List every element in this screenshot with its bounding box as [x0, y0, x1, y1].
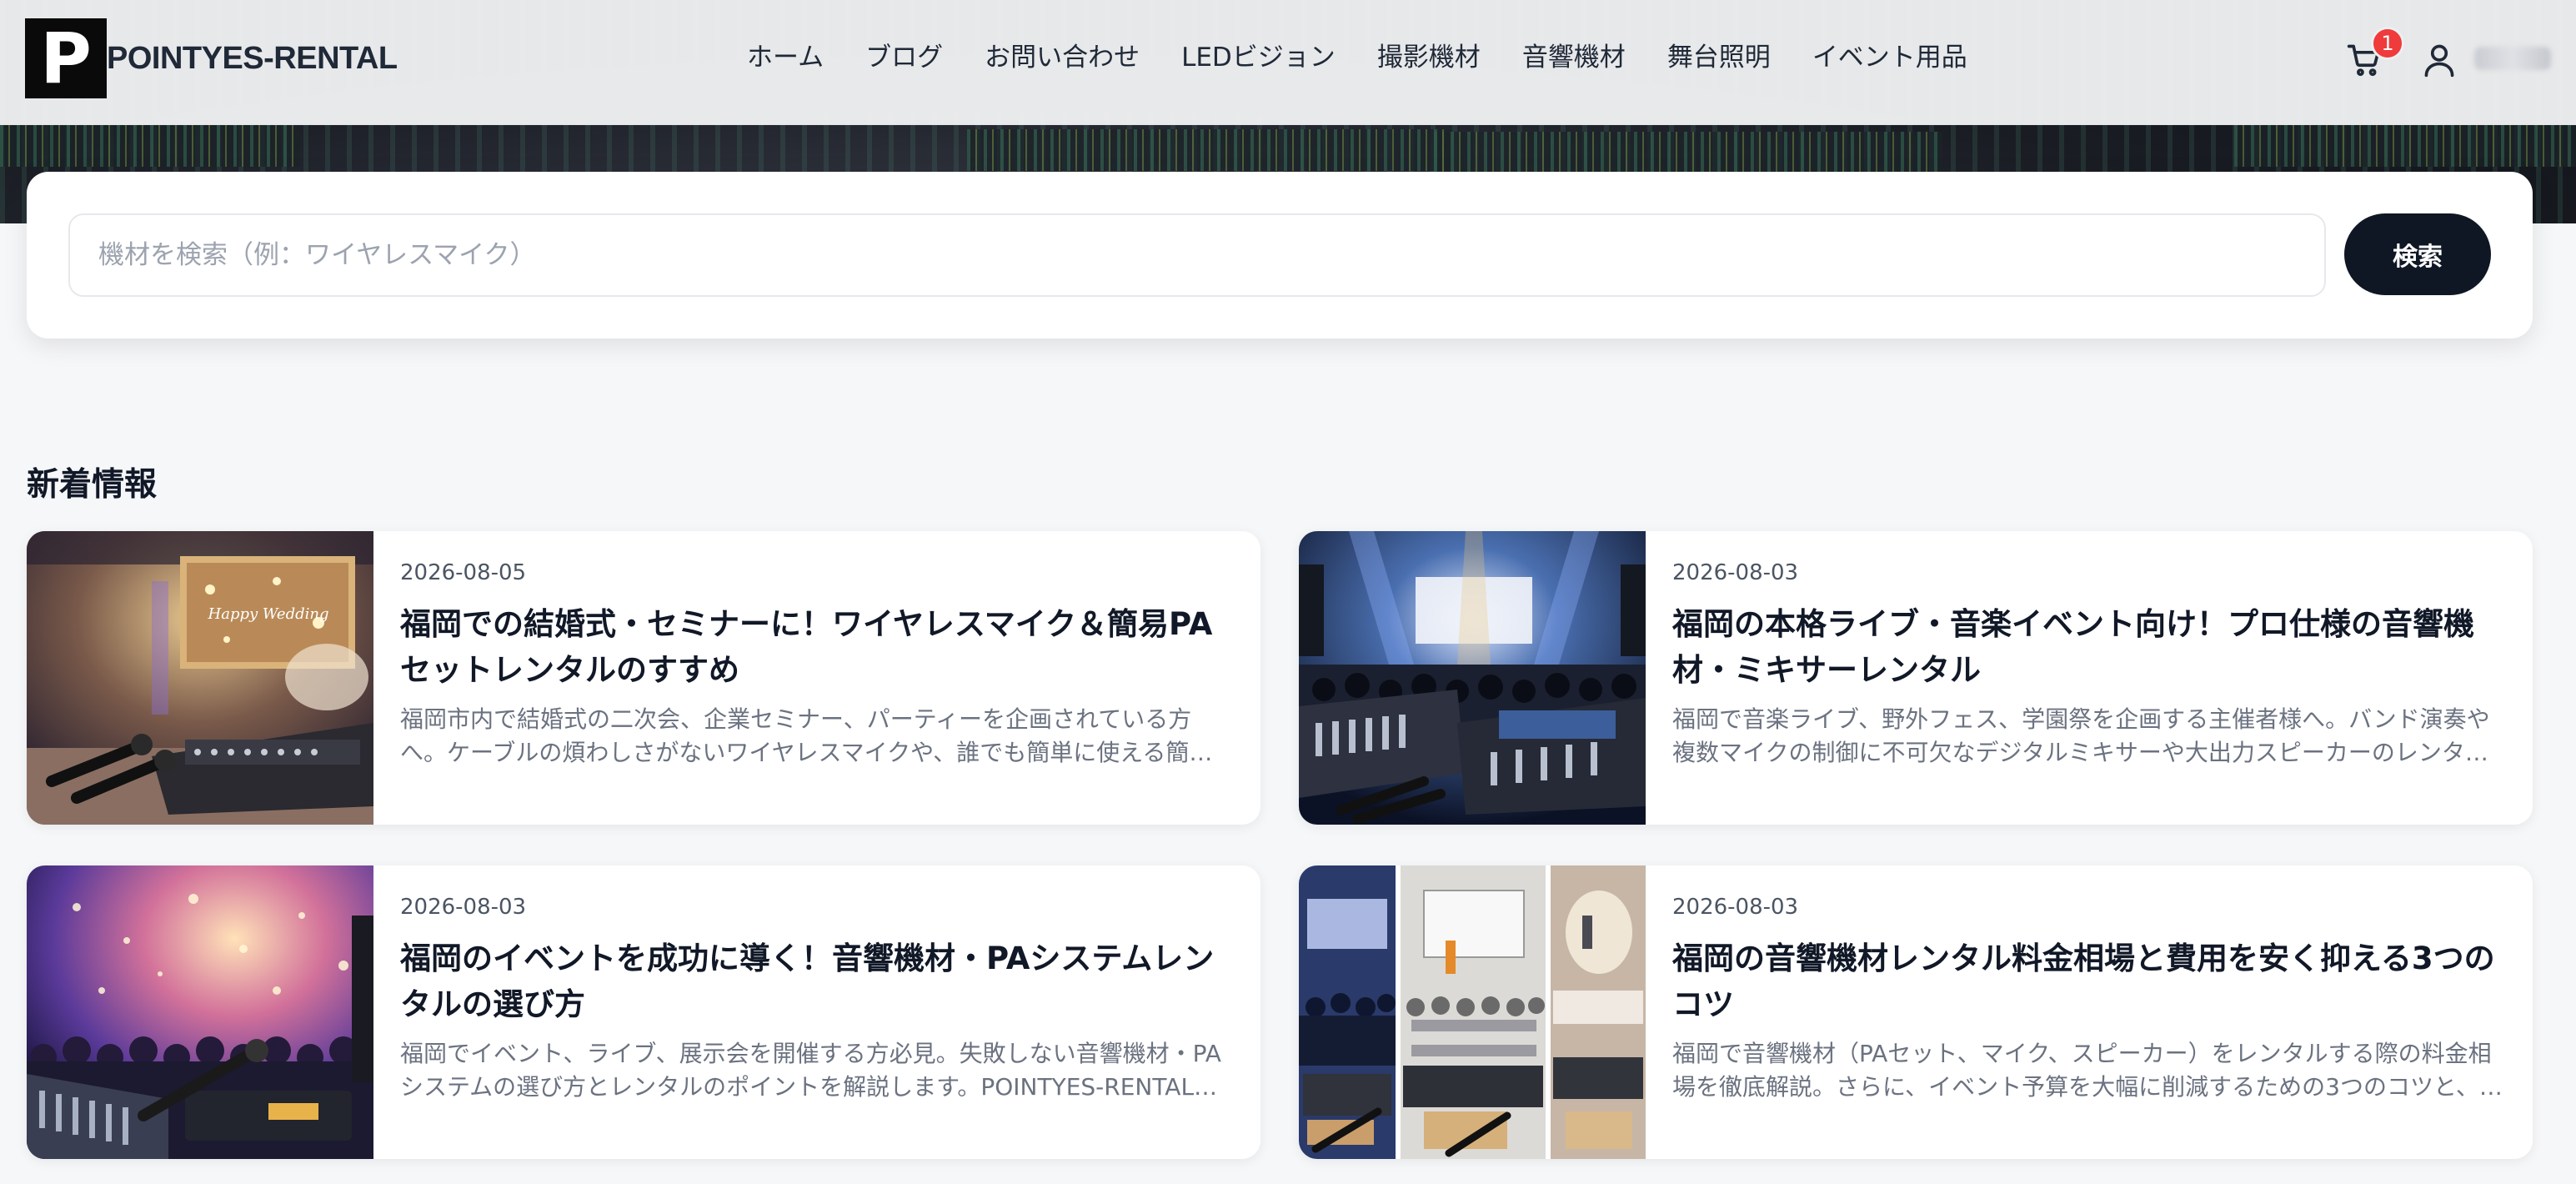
header-actions: 1	[2343, 27, 2551, 83]
news-thumbnail-live[interactable]	[1299, 531, 1646, 825]
news-date: 2026-08-03	[1672, 560, 1799, 585]
nav-camera-equipment[interactable]: 撮影機材	[1377, 37, 1481, 78]
event-crowd-mic-image	[27, 865, 373, 1159]
site-logo[interactable]: P POINTYES-RENTAL	[25, 18, 398, 98]
news-card-body: 2026-08-03 福岡の本格ライブ・音楽イベント向け！プロ仕様の音響機材・ミ…	[1672, 556, 2506, 770]
news-thumbnail-rental-cost[interactable]	[1299, 865, 1646, 1159]
site-header: P POINTYES-RENTAL ホーム ブログ お問い合わせ LEDビジョン…	[0, 0, 2576, 125]
news-date: 2026-08-05	[400, 560, 527, 585]
news-card[interactable]: Happy Wedding 2026-08-05 福岡での結婚式・セミナーに！ワ…	[27, 531, 1260, 825]
news-card-body: 2026-08-03 福岡の音響機材レンタル料金相場と費用を安く抑える3つのコツ…	[1672, 891, 2506, 1104]
nav-blog[interactable]: ブログ	[865, 37, 943, 78]
main-nav: ホーム ブログ お問い合わせ LEDビジョン 撮影機材 音響機材 舞台照明 イベ…	[747, 37, 2009, 78]
news-title[interactable]: 福岡の音響機材レンタル料金相場と費用を安く抑える3つのコツ	[1672, 936, 2506, 1027]
news-title[interactable]: 福岡の本格ライブ・音楽イベント向け！プロ仕様の音響機材・ミキサーレンタル	[1672, 601, 2506, 693]
news-excerpt: 福岡で音楽ライブ、野外フェス、学園祭を企画する主催者様へ。バンド演奏や複数マイク…	[1672, 705, 2490, 766]
logo-text: POINTYES-RENTAL	[107, 40, 398, 76]
news-card[interactable]: 2026-08-03 福岡の本格ライブ・音楽イベント向け！プロ仕様の音響機材・ミ…	[1299, 531, 2533, 825]
nav-home[interactable]: ホーム	[747, 37, 824, 78]
rental-collage-image	[1299, 865, 1646, 1159]
logo-mark: P	[25, 18, 107, 98]
nav-audio-equipment[interactable]: 音響機材	[1522, 37, 1626, 78]
news-title[interactable]: 福岡のイベントを成功に導く！音響機材・PAシステムレンタルの選び方	[400, 936, 1234, 1027]
news-card-body: 2026-08-05 福岡での結婚式・セミナーに！ワイヤレスマイク＆簡易PAセッ…	[400, 556, 1234, 770]
news-thumbnail-wedding[interactable]: Happy Wedding	[27, 531, 373, 825]
news-excerpt: 福岡でイベント、ライブ、展示会を開催する方必見。失敗しない音響機材・PAシステム…	[400, 1040, 1221, 1101]
news-excerpt: 福岡市内で結婚式の二次会、企業セミナー、パーティーを企画されている方へ。ケーブル…	[400, 705, 1192, 766]
search-input[interactable]	[68, 213, 2326, 297]
news-title[interactable]: 福岡での結婚式・セミナーに！ワイヤレスマイク＆簡易PAセットレンタルのすすめ	[400, 601, 1234, 693]
hero-equipment-strip	[967, 129, 1451, 171]
account-button[interactable]	[2421, 33, 2461, 83]
news-excerpt: 福岡で音響機材（PAセット、マイク、スピーカー）をレンタルする際の料金相場を徹底…	[1672, 1040, 2503, 1101]
news-card[interactable]: 2026-08-03 福岡のイベントを成功に導く！音響機材・PAシステムレンタル…	[27, 865, 1260, 1159]
news-card-body: 2026-08-03 福岡のイベントを成功に導く！音響機材・PAシステムレンタル…	[400, 891, 1234, 1104]
hero-equipment-strip	[2234, 125, 2576, 167]
news-date: 2026-08-03	[400, 895, 527, 920]
user-icon	[2424, 44, 2454, 78]
cart-button[interactable]: 1	[2343, 27, 2404, 83]
nav-led-vision[interactable]: LEDビジョン	[1181, 37, 1336, 78]
wedding-mixer-image: Happy Wedding	[27, 531, 373, 825]
news-date: 2026-08-03	[1672, 895, 1799, 920]
news-section-title: 新着情報	[27, 466, 158, 504]
nav-stage-lighting[interactable]: 舞台照明	[1667, 37, 1771, 78]
cart-count-badge: 1	[2371, 27, 2404, 60]
news-thumbnail-event[interactable]	[27, 865, 373, 1159]
search-button[interactable]: 検索	[2344, 213, 2491, 295]
nav-contact[interactable]: お問い合わせ	[985, 37, 1140, 78]
hero-equipment-strip	[1434, 132, 1942, 173]
live-concert-mixer-image	[1299, 531, 1646, 825]
wedding-screen-text: Happy Wedding	[208, 605, 329, 623]
user-name-blurred[interactable]	[2474, 47, 2551, 70]
search-panel: 検索	[27, 172, 2533, 339]
news-card[interactable]: 2026-08-03 福岡の音響機材レンタル料金相場と費用を安く抑える3つのコツ…	[1299, 865, 2533, 1159]
hero-equipment-strip	[0, 125, 300, 167]
nav-event-supplies[interactable]: イベント用品	[1812, 37, 1967, 78]
